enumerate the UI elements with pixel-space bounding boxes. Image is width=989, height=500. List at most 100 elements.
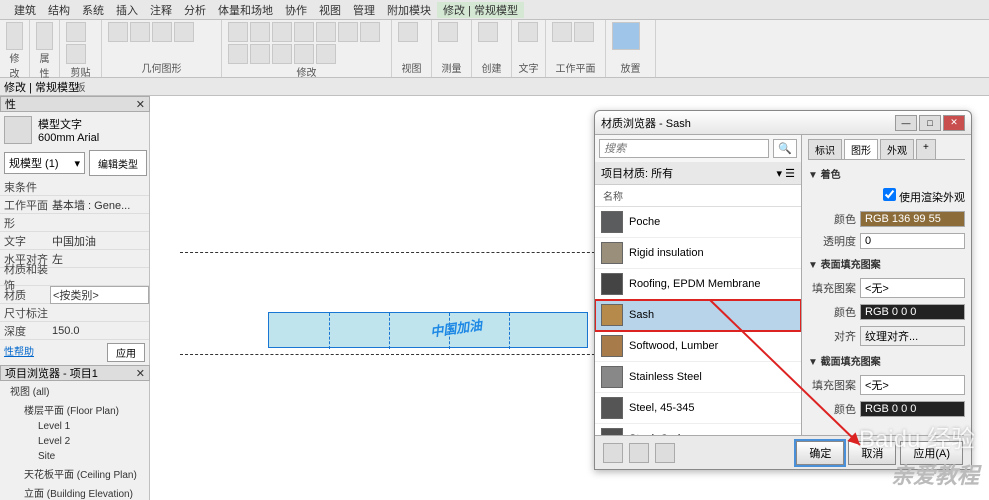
menu-item[interactable]: 结构 (42, 2, 76, 18)
modify-icon[interactable] (272, 22, 292, 42)
cancel-button[interactable]: 取消 (848, 441, 896, 465)
transparency-value[interactable]: 0 (860, 233, 965, 249)
tree-item[interactable]: Level 2 (0, 434, 149, 449)
material-browser-dialog: 材质浏览器 - Sash — □ ✕ 🔍 项目材质: 所有 ▾ ☰ 名称 Poc… (594, 110, 972, 470)
reference-line (180, 354, 610, 355)
modify-icon[interactable] (316, 22, 336, 42)
text-icon[interactable] (518, 22, 538, 42)
modify-icon[interactable] (228, 22, 248, 42)
duplicate-icon[interactable] (629, 443, 649, 463)
geom-icon[interactable] (130, 22, 150, 42)
tab-add[interactable]: + (916, 139, 936, 159)
ok-button[interactable]: 确定 (796, 441, 844, 465)
color-value[interactable]: RGB 0 0 0 (860, 304, 965, 320)
color-value[interactable]: RGB 136 99 55 (860, 211, 965, 227)
create-icon[interactable] (478, 22, 498, 42)
filter-label[interactable]: 项目材质: 所有 (601, 165, 673, 181)
modify-icon[interactable] (272, 44, 292, 64)
ribbon-group-label: 修改 (228, 64, 385, 79)
modify-icon[interactable] (294, 22, 314, 42)
menu-item[interactable]: 附加模块 (381, 2, 437, 18)
tree-item[interactable]: Site (0, 449, 149, 464)
geom-icon[interactable] (108, 22, 128, 42)
ribbon-group-label: 文字 (518, 60, 539, 75)
menu-item[interactable]: 系统 (76, 2, 110, 18)
material-item[interactable]: Roofing, EPDM Membrane (595, 269, 801, 300)
material-item[interactable]: Steel, Carbon (595, 424, 801, 435)
prop-label: 对齐 (808, 328, 856, 344)
menu-item-active[interactable]: 修改 | 常规模型 (437, 2, 524, 18)
instance-selector[interactable]: 规模型 (1)▾ (4, 152, 85, 174)
pattern-value[interactable]: <无> (860, 375, 965, 395)
prop-value[interactable]: 150.0 (50, 325, 149, 337)
tab-identity[interactable]: 标识 (808, 139, 842, 159)
apply-button[interactable]: 应用(A) (900, 441, 963, 465)
close-icon[interactable]: ✕ (943, 115, 965, 131)
prop-value[interactable]: 左 (50, 251, 149, 267)
paste-icon[interactable] (66, 22, 86, 42)
properties-icon[interactable] (36, 22, 53, 50)
modify-tool-icon[interactable] (6, 22, 23, 50)
close-icon[interactable]: ✕ (136, 367, 145, 380)
align-button[interactable]: 纹理对齐... (860, 326, 965, 346)
menu-item[interactable]: 插入 (110, 2, 144, 18)
modify-icon[interactable] (294, 44, 314, 64)
prop-value[interactable]: 基本墙 : Gene... (50, 197, 149, 213)
prop-value[interactable]: 中国加油 (50, 233, 149, 249)
prop-label: 文字 (0, 233, 50, 249)
tree-item[interactable]: Level 1 (0, 419, 149, 434)
tab-graphics[interactable]: 图形 (844, 139, 878, 159)
menu-item[interactable]: 视图 (313, 2, 347, 18)
menu-item[interactable]: 体量和场地 (212, 2, 279, 18)
tree-item[interactable]: 立面 (Building Elevation) (0, 483, 149, 500)
menu-item[interactable]: 注释 (144, 2, 178, 18)
geom-icon[interactable] (152, 22, 172, 42)
apply-button[interactable]: 应用 (107, 343, 145, 362)
material-swatch (601, 304, 623, 326)
modify-icon[interactable] (360, 22, 380, 42)
help-link[interactable]: 性帮助 (4, 343, 34, 362)
tab-appearance[interactable]: 外观 (880, 139, 914, 159)
tree-item[interactable]: 天花板平面 (Ceiling Plan) (0, 464, 149, 483)
measure-icon[interactable] (438, 22, 458, 42)
modify-icon[interactable] (316, 44, 336, 64)
selection-box[interactable] (268, 312, 588, 348)
cut-icon[interactable] (66, 44, 86, 64)
pattern-value[interactable]: <无> (860, 278, 965, 298)
view-icon[interactable] (398, 22, 418, 42)
tree-item[interactable]: 楼层平面 (Floor Plan) (0, 400, 149, 419)
material-item-selected[interactable]: Sash (595, 300, 801, 331)
material-item[interactable]: Softwood, Lumber (595, 331, 801, 362)
workplane-icon[interactable] (552, 22, 572, 42)
minimize-icon[interactable]: — (895, 115, 917, 131)
menu-item[interactable]: 建筑 (8, 2, 42, 18)
maximize-icon[interactable]: □ (919, 115, 941, 131)
search-icon[interactable]: 🔍 (773, 139, 797, 158)
workplane-icon[interactable] (574, 22, 594, 42)
modify-icon[interactable] (250, 44, 270, 64)
tree-item[interactable]: 视图 (all) (0, 381, 149, 400)
modify-icon[interactable] (228, 44, 248, 64)
material-value[interactable]: <按类别> (50, 286, 149, 304)
library-icon[interactable] (655, 443, 675, 463)
modify-icon[interactable] (338, 22, 358, 42)
use-render-checkbox[interactable] (883, 188, 896, 201)
material-item[interactable]: Rigid insulation (595, 238, 801, 269)
menu-item[interactable]: 协作 (279, 2, 313, 18)
new-material-icon[interactable] (603, 443, 623, 463)
geom-icon[interactable] (174, 22, 194, 42)
material-item[interactable]: Steel, 45-345 (595, 393, 801, 424)
dialog-titlebar[interactable]: 材质浏览器 - Sash — □ ✕ (595, 111, 971, 135)
ribbon-group-label: 修改 (6, 50, 23, 80)
view-mode-icon[interactable]: ▾ ☰ (777, 167, 795, 180)
material-item[interactable]: Poche (595, 207, 801, 238)
edit-type-button[interactable]: 编辑类型 (89, 150, 147, 176)
menu-item[interactable]: 分析 (178, 2, 212, 18)
modify-icon[interactable] (250, 22, 270, 42)
material-item[interactable]: Stainless Steel (595, 362, 801, 393)
search-input[interactable] (599, 139, 769, 158)
color-value[interactable]: RGB 0 0 0 (860, 401, 965, 417)
place-icon[interactable] (612, 22, 640, 50)
close-icon[interactable]: ✕ (136, 98, 145, 111)
menu-item[interactable]: 管理 (347, 2, 381, 18)
